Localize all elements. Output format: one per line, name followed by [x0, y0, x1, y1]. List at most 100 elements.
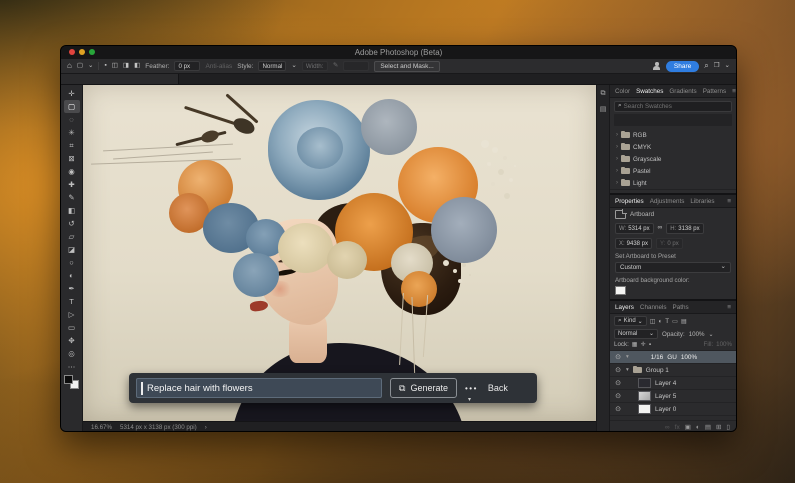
tool-path-selection[interactable]: ▷ — [64, 308, 80, 321]
prompt-input[interactable]: Replace hair with flowers — [136, 378, 382, 398]
history-panel-icon[interactable]: ⧉ — [601, 90, 606, 98]
document-tab[interactable] — [61, 74, 179, 84]
tool-gradient[interactable]: ◪ — [64, 243, 80, 256]
filter-shape-icon[interactable]: ▭ — [672, 318, 678, 325]
adjustment-layer-icon[interactable]: ◐ — [696, 424, 700, 431]
swatch-grid[interactable] — [614, 114, 732, 126]
new-swatch-icon[interactable]: ⊞ — [714, 192, 720, 194]
artboard-bg-color-swatch[interactable] — [615, 286, 626, 295]
tab-gradients[interactable]: Gradients — [669, 88, 696, 95]
tool-preset-caret-icon[interactable]: ⌄ — [88, 63, 93, 70]
lock-all-icon[interactable]: ▪ — [649, 341, 651, 348]
search-icon[interactable]: ⌕ — [704, 62, 708, 70]
feather-input[interactable]: 0 px — [174, 61, 200, 71]
workspace-caret-icon[interactable]: ⌄ — [725, 63, 730, 70]
height-input[interactable] — [343, 61, 369, 71]
layer-effects-icon[interactable]: fx — [675, 424, 680, 431]
fill-value[interactable]: 100% — [716, 341, 732, 348]
tool-brush[interactable]: ✎ — [64, 191, 80, 204]
tool-move[interactable]: ✛ — [64, 87, 80, 100]
artwork-image[interactable]: Replace hair with flowers ⧉ Generate •••… — [83, 85, 596, 421]
subtract-selection-icon[interactable]: ◨ — [123, 63, 129, 70]
status-chevron-icon[interactable]: › — [205, 424, 207, 431]
layer-row[interactable]: ⊙ Layer 4 — [610, 377, 736, 390]
close-button[interactable] — [69, 49, 75, 55]
link-layers-icon[interactable]: ∞ — [665, 424, 670, 431]
minimize-button[interactable] — [79, 49, 85, 55]
tool-lasso[interactable]: ◌ — [64, 113, 80, 126]
tool-eraser[interactable]: ▱ — [64, 230, 80, 243]
panel-menu-icon[interactable]: ≡ — [727, 304, 731, 311]
more-options-button[interactable]: ••• — [465, 384, 478, 393]
visibility-eye-icon[interactable]: ⊙ — [614, 405, 622, 413]
visibility-eye-icon[interactable]: ⊙ — [614, 366, 622, 374]
filter-adjustment-icon[interactable]: ◐ — [659, 318, 663, 325]
link-dimensions-icon[interactable]: ∞ — [658, 225, 663, 232]
tool-blur[interactable]: ○ — [64, 256, 80, 269]
layer-row-group[interactable]: ⊙ ▾ Group 1 — [610, 364, 736, 377]
tab-paths[interactable]: Paths — [673, 304, 689, 311]
x-field[interactable]: X: 9438 px — [615, 238, 652, 249]
tool-shape[interactable]: ▭ — [64, 321, 80, 334]
y-field[interactable]: Y: 0 px — [656, 238, 683, 249]
layer-row[interactable]: ⊙ Layer 5 — [610, 390, 736, 403]
tab-layers[interactable]: Layers — [615, 304, 634, 311]
width-input[interactable]: Width: — [302, 61, 328, 71]
intersect-selection-icon[interactable]: ◧ — [134, 63, 140, 70]
tool-more[interactable]: ⋯ — [64, 360, 80, 373]
tool-hand[interactable]: ✥ — [64, 334, 80, 347]
add-selection-icon[interactable]: ◫ — [112, 63, 118, 70]
brush-icon[interactable]: ✎ — [333, 63, 338, 70]
tool-crop[interactable]: ⌗ — [64, 139, 80, 152]
layer-row[interactable]: ⊙ Layer 0 — [610, 403, 736, 416]
tool-quick-selection[interactable]: ✳ — [64, 126, 80, 139]
style-caret-icon[interactable]: ⌄ — [291, 63, 296, 70]
tool-marquee[interactable]: ▢ — [64, 100, 80, 113]
panel-menu-icon[interactable]: ≡ — [732, 88, 736, 95]
back-button[interactable]: Back — [488, 383, 508, 393]
filter-smart-icon[interactable]: ▤ — [681, 318, 687, 325]
filter-pixel-icon[interactable]: ◫ — [650, 318, 656, 325]
visibility-eye-icon[interactable]: ⊙ — [614, 353, 622, 361]
swatch-folder-cmyk[interactable]: › CMYK — [610, 141, 736, 153]
lock-transparency-icon[interactable]: ▦ — [632, 341, 638, 348]
workspace-icon[interactable]: ❐ — [714, 63, 720, 70]
select-and-mask-button[interactable]: Select and Mask... — [374, 61, 439, 72]
new-layer-icon[interactable]: ⊞ — [716, 423, 721, 431]
chevron-down-icon[interactable]: ▾ — [468, 396, 471, 403]
visibility-eye-icon[interactable]: ⊙ — [614, 392, 622, 400]
generate-button[interactable]: ⧉ Generate — [390, 378, 457, 398]
zoom-level[interactable]: 16.67% — [91, 424, 112, 431]
share-button[interactable]: Share — [666, 61, 699, 72]
tab-channels[interactable]: Channels — [640, 304, 667, 311]
comments-panel-icon[interactable]: ▤ — [600, 105, 607, 113]
new-selection-icon[interactable]: ▪ — [104, 63, 106, 70]
swatch-folder-rgb[interactable]: › RGB — [610, 129, 736, 141]
tab-swatches[interactable]: Swatches — [636, 88, 663, 95]
tool-pen[interactable]: ✒ — [64, 282, 80, 295]
zoom-button[interactable] — [89, 49, 95, 55]
tool-eyedropper[interactable]: ◉ — [64, 165, 80, 178]
new-group-icon[interactable]: ▤ — [705, 423, 711, 431]
panel-menu-icon[interactable]: ≡ — [727, 198, 731, 205]
width-field[interactable]: W: 5314 px — [615, 223, 654, 234]
kind-filter-select[interactable]: ⌕ Kind ⌄ — [614, 316, 647, 326]
account-avatar[interactable] — [653, 62, 661, 70]
tool-type[interactable]: T — [64, 295, 80, 308]
tab-color[interactable]: Color — [615, 88, 630, 95]
add-mask-icon[interactable]: ▣ — [685, 423, 691, 431]
tool-zoom[interactable]: ◎ — [64, 347, 80, 360]
style-select[interactable]: Normal — [258, 61, 286, 71]
preset-select[interactable]: Custom ⌄ — [615, 262, 731, 273]
folder-icon[interactable]: ▤ — [702, 192, 709, 194]
tab-properties[interactable]: Properties — [615, 198, 644, 205]
tool-clone-stamp[interactable]: ◧ — [64, 204, 80, 217]
tool-preset-icon[interactable]: ▢ — [77, 63, 83, 70]
swatch-folder-grayscale[interactable]: › Grayscale — [610, 153, 736, 165]
trash-icon[interactable]: ▯ — [726, 192, 730, 194]
swatches-search-input[interactable] — [624, 103, 728, 110]
opacity-value[interactable]: 100% — [689, 331, 705, 338]
filter-type-icon[interactable]: T — [665, 318, 669, 325]
title-bar[interactable]: Adobe Photoshop (Beta) — [61, 46, 736, 59]
trash-icon[interactable]: ▯ — [726, 423, 730, 431]
